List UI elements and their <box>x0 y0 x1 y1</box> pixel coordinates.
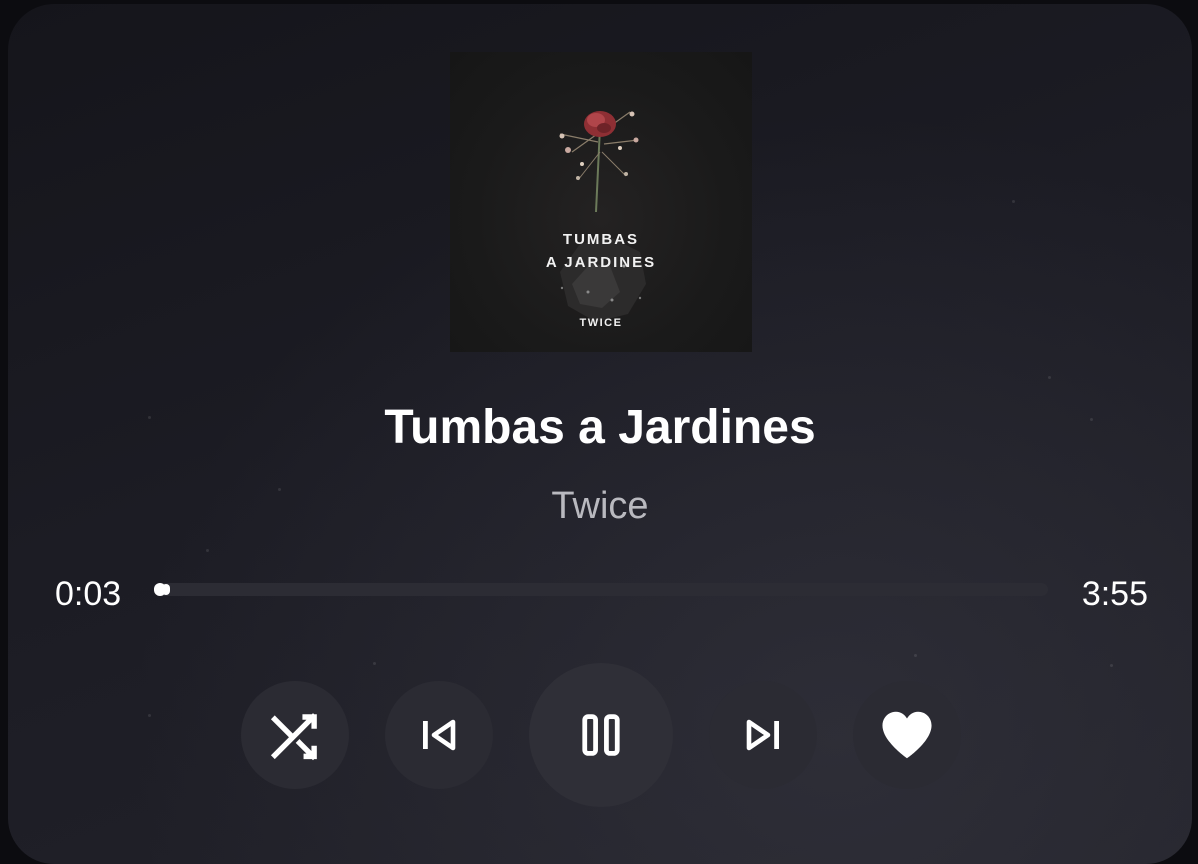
rose-artwork <box>559 111 646 322</box>
favorite-button[interactable] <box>853 681 961 789</box>
background-speck <box>1012 200 1015 203</box>
song-title: Tumbas a Jardines <box>384 401 816 454</box>
next-button[interactable] <box>709 681 817 789</box>
album-cover: TUMBAS A JARDINES TWICE <box>450 52 752 352</box>
pause-icon <box>582 714 620 756</box>
background-speck <box>206 549 209 552</box>
skip-next-icon <box>746 719 779 751</box>
skip-previous-icon <box>423 719 456 751</box>
background-speck <box>1048 376 1051 379</box>
artist-name: Twice <box>551 485 649 527</box>
shuffle-icon <box>270 713 317 761</box>
progress-bar[interactable] <box>154 583 1048 596</box>
heart-icon <box>882 711 932 759</box>
current-time: 0:03 <box>55 575 122 613</box>
progress-knob[interactable] <box>161 584 170 595</box>
background-speck <box>148 714 151 717</box>
cover-title-text: TUMBAS A JARDINES <box>545 231 657 271</box>
background-speck <box>373 662 376 665</box>
cover-artist-text: TWICE <box>579 317 623 329</box>
total-time: 3:55 <box>1081 575 1148 613</box>
shuffle-button[interactable] <box>241 681 349 789</box>
background-speck <box>914 654 917 657</box>
music-player-card: TUMBAS A JARDINES TWICE Tumbas a Jardine… <box>8 4 1192 864</box>
background-speck <box>1110 664 1113 667</box>
pause-button[interactable] <box>529 663 673 807</box>
previous-button[interactable] <box>385 681 493 789</box>
